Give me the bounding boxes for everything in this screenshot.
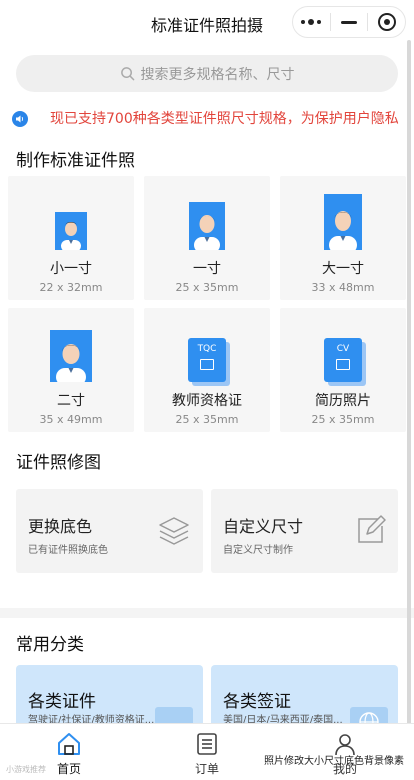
portrait-icon [50, 330, 92, 382]
size-name: 二寸 [57, 393, 85, 409]
size-dimensions: 25 x 35mm [175, 281, 239, 294]
mini-program-capsule [292, 6, 406, 38]
change-background-card[interactable]: 更换底色 已有证件照换底色 [16, 489, 203, 573]
tab-label: 首页 [56, 762, 81, 776]
notice-text: 现已支持700种各类型证件照尺寸规格，为保护用户隐私 [50, 111, 399, 127]
size-card-large-one-inch[interactable]: 大一寸 33 x 48mm [280, 176, 406, 300]
minimize-icon [341, 20, 357, 24]
search-bar[interactable]: 搜索更多规格名称、尺寸 [16, 55, 398, 92]
navigation-bar: 标准证件照拍摄 [0, 0, 414, 44]
tool-subtitle: 已有证件照换底色 [28, 545, 108, 556]
tab-label: 订单 [194, 762, 219, 776]
watermark-left: 小游戏推荐 [6, 765, 46, 774]
notice-marquee: 现已支持700种各类型证件照尺寸规格，为保护用户隐私 [0, 106, 414, 130]
custom-size-card[interactable]: 自定义尺寸 自定义尺寸制作 [211, 489, 398, 573]
more-dots-icon [301, 19, 322, 25]
speaker-icon [12, 111, 28, 127]
portrait-icon [55, 212, 87, 250]
watermark-text: 照片修改大小尺寸底色背景像素 [264, 756, 404, 767]
size-grid: 小一寸 22 x 32mm 一寸 25 x 35mm 大一寸 33 x 48mm… [8, 176, 406, 432]
document-badge: TQC [197, 344, 217, 354]
search-icon [120, 67, 134, 81]
size-name: 简历照片 [315, 393, 371, 409]
size-dimensions: 22 x 32mm [39, 281, 103, 294]
tqc-document-icon: TQC [188, 338, 226, 382]
section-title-retouch: 证件照修图 [16, 453, 101, 473]
close-target-icon [377, 13, 396, 31]
portrait-icon [189, 202, 225, 250]
list-icon [197, 733, 217, 755]
category-title: 各类证件 [28, 692, 96, 712]
edit-icon [358, 515, 386, 543]
portrait-icon [324, 194, 362, 250]
size-name: 大一寸 [322, 261, 364, 277]
size-card-small-one-inch[interactable]: 小一寸 22 x 32mm [8, 176, 134, 300]
search-placeholder: 搜索更多规格名称、尺寸 [140, 66, 295, 83]
tool-title: 更换底色 [28, 517, 93, 536]
more-button[interactable] [293, 7, 330, 37]
home-icon [58, 733, 80, 755]
size-card-one-inch[interactable]: 一寸 25 x 35mm [144, 176, 270, 300]
section-title-make: 制作标准证件照 [16, 151, 135, 171]
size-name: 小一寸 [50, 261, 92, 277]
size-card-resume-photo[interactable]: CV 简历照片 25 x 35mm [280, 308, 406, 432]
section-title-categories: 常用分类 [16, 635, 84, 655]
section-divider [0, 608, 414, 618]
size-card-two-inch[interactable]: 二寸 35 x 49mm [8, 308, 134, 432]
layers-icon [159, 517, 189, 545]
size-dimensions: 25 x 35mm [175, 413, 239, 426]
close-button[interactable] [368, 7, 405, 37]
cv-document-icon: CV [324, 338, 362, 382]
document-badge: CV [336, 344, 350, 354]
minimize-button[interactable] [331, 7, 368, 37]
tool-title: 自定义尺寸 [223, 517, 304, 536]
size-name: 教师资格证 [172, 393, 242, 409]
tab-orders[interactable]: 订单 [138, 724, 276, 780]
size-dimensions: 25 x 35mm [311, 413, 375, 426]
tool-subtitle: 自定义尺寸制作 [223, 545, 293, 556]
size-card-teacher-certificate[interactable]: TQC 教师资格证 25 x 35mm [144, 308, 270, 432]
scrollbar[interactable] [407, 40, 411, 740]
size-dimensions: 35 x 49mm [39, 413, 103, 426]
size-name: 一寸 [193, 261, 221, 277]
category-title: 各类签证 [223, 692, 291, 712]
size-dimensions: 33 x 48mm [311, 281, 375, 294]
